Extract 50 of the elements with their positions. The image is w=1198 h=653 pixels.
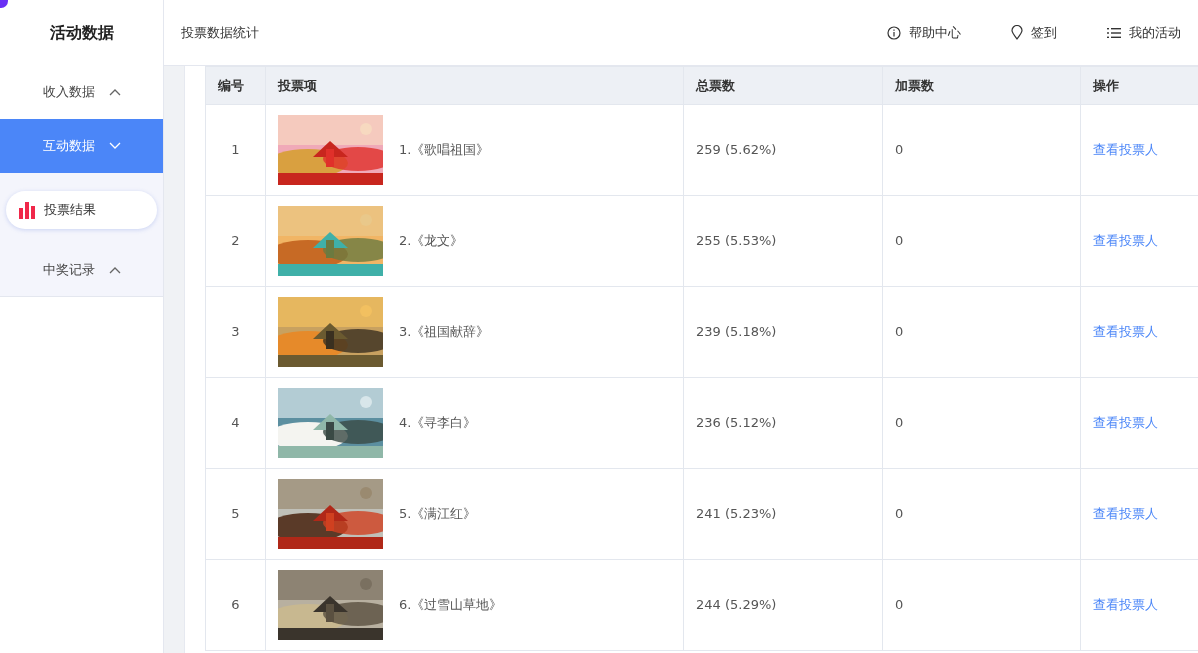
page-title: 投票数据统计 [181,23,259,42]
table-cell: 0 [882,104,1081,196]
table-cell: 241 (5.23%) [683,468,883,560]
table-cell: 236 (5.12%) [683,377,883,469]
item-title: 4.《寻李白》 [399,414,477,433]
list-icon [1107,26,1121,39]
item-title: 5.《满江红》 [399,505,477,524]
item-title: 1.《歌唱祖国》 [399,141,490,160]
view-voters-link[interactable]: 查看投票人 [1093,415,1158,431]
table-cell: 0 [882,286,1081,378]
header-link[interactable]: 我的活动 [1107,22,1181,43]
info-icon [887,25,901,40]
view-voters-link[interactable]: 查看投票人 [1093,597,1158,613]
table-cell: 2 [205,195,266,287]
view-voters-link[interactable]: 查看投票人 [1093,233,1158,249]
header-link[interactable]: 帮助中心 [887,22,961,43]
chevron-icon [108,88,121,96]
table-cell: 5 [205,468,266,560]
bar-chart-icon [18,201,36,219]
table-cell: 0 [882,559,1081,651]
column-header: 总票数 [683,66,883,105]
column-header: 编号 [205,66,266,105]
column-header: 加票数 [882,66,1081,105]
view-voters-link[interactable]: 查看投票人 [1093,142,1158,158]
sidebar-title: 活动数据 [48,21,115,44]
table-cell: 1 [205,104,266,196]
table-cell: 244 (5.29%) [683,559,883,651]
menu-item[interactable]: 中奖记录 [0,243,163,297]
header-link[interactable]: 签到 [1011,22,1057,43]
table-cell: 3 [205,286,266,378]
chevron-icon [108,265,121,274]
table-cell: 6 [205,559,266,651]
view-voters-link[interactable]: 查看投票人 [1093,324,1158,340]
submenu-item[interactable]: 投票结果 [6,191,157,229]
chevron-icon [108,142,121,150]
table-cell: 0 [882,195,1081,287]
table-cell: 0 [882,377,1081,469]
menu-item[interactable]: 互动数据 [0,119,163,173]
location-pin-icon [1011,25,1023,40]
table-cell: 259 (5.62%) [683,104,883,196]
table-cell: 4 [205,377,266,469]
item-title: 2.《龙文》 [399,232,464,251]
table-cell: 239 (5.18%) [683,286,883,378]
column-header: 投票项 [265,66,684,105]
column-header: 操作 [1080,66,1198,105]
item-title: 6.《过雪山草地》 [399,596,503,615]
view-voters-link[interactable]: 查看投票人 [1093,506,1158,522]
item-title: 3.《祖国献辞》 [399,323,490,342]
table-cell: 255 (5.53%) [683,195,883,287]
table-cell: 0 [882,468,1081,560]
